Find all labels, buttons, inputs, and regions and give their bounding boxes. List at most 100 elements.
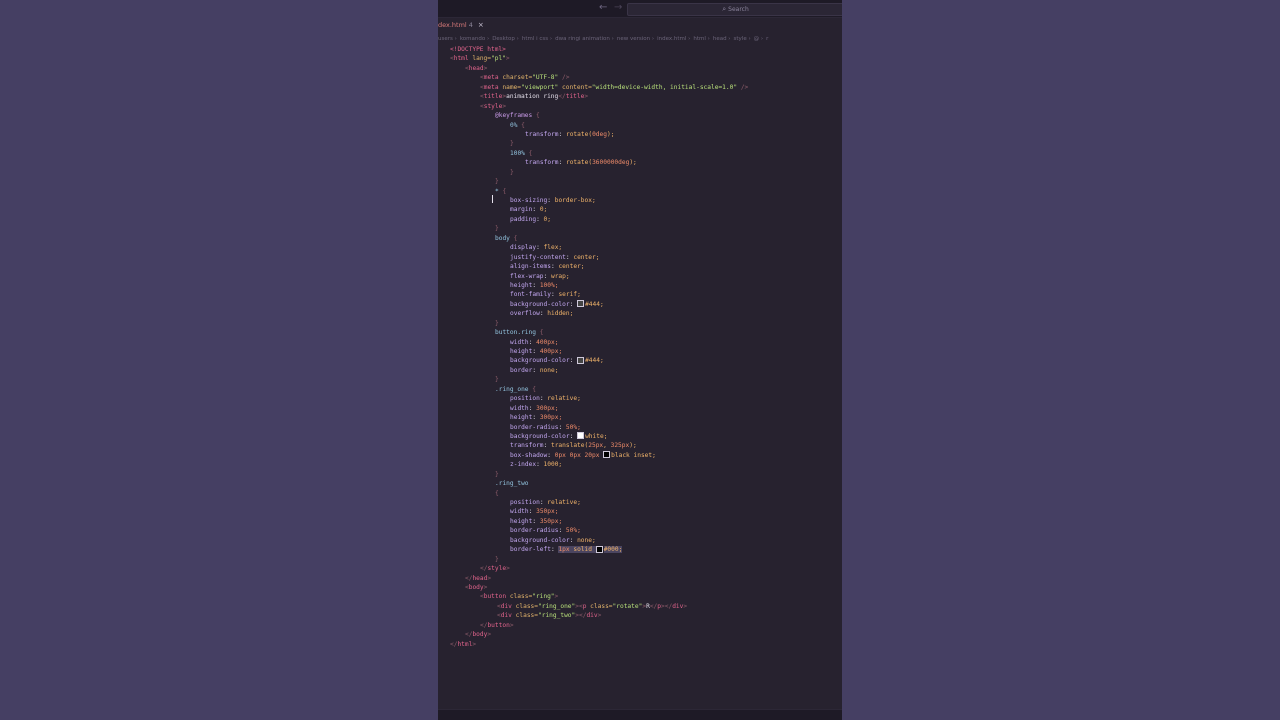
breadcrumb-segment[interactable]: @ › [754, 36, 763, 42]
color-swatch-icon[interactable] [595, 545, 603, 553]
search-input[interactable]: ⌕ Search [627, 3, 842, 16]
breadcrumb-segment[interactable]: html i css › [522, 36, 552, 42]
code-line[interactable]: </html> [438, 640, 842, 649]
code-line[interactable]: <div class="ring_one"><p class="rotate">… [438, 602, 842, 611]
code-line[interactable]: transform: rotate(0deg); [438, 130, 842, 139]
code-line[interactable]: position: relative; [438, 498, 842, 507]
code-line[interactable]: background-color: none; [438, 536, 842, 545]
code-line[interactable]: body { [438, 234, 842, 243]
breadcrumb-segment[interactable]: head › [713, 36, 731, 42]
breadcrumb-segment[interactable]: Desktop › [492, 36, 519, 42]
tab-index-html[interactable]: dex.html 4 × [438, 21, 484, 29]
breadcrumb-segment[interactable]: dwa ringi animation › [555, 36, 614, 42]
code-line[interactable]: } [438, 319, 842, 328]
code-line[interactable]: width: 400px; [438, 338, 842, 347]
code-line[interactable]: background-color: white; [438, 432, 842, 441]
code-line[interactable]: </body> [438, 630, 842, 639]
code-line[interactable]: } [438, 177, 842, 186]
code-line[interactable]: <meta name="viewport" content="width=dev… [438, 83, 842, 92]
code-line[interactable]: justify-content: center; [438, 253, 842, 262]
code-token: { [532, 112, 540, 120]
code-token: body [495, 234, 510, 242]
code-line[interactable]: } [438, 224, 842, 233]
code-line[interactable]: padding: 0; [438, 215, 842, 224]
code-line[interactable]: height: 400px; [438, 347, 842, 356]
code-line[interactable]: box-sizing: border-box; [438, 196, 842, 205]
back-arrow-icon[interactable]: ← [599, 2, 607, 13]
color-swatch-icon[interactable] [577, 432, 585, 440]
code-line[interactable]: border-radius: 50%; [438, 526, 842, 535]
code-line[interactable]: <html lang="pl"> [438, 54, 842, 63]
code-line[interactable]: transform: translate(25px, 325px); [438, 441, 842, 450]
code-line[interactable]: <title>animation ring</title> [438, 92, 842, 101]
code-token: } [495, 178, 499, 186]
code-line[interactable]: border-left: 1px solid #000; [438, 545, 842, 554]
code-line[interactable]: 100% { [438, 149, 842, 158]
code-line[interactable]: <head> [438, 64, 842, 73]
breadcrumb-segment[interactable]: html › [693, 36, 709, 42]
code-line[interactable]: height: 350px; [438, 517, 842, 526]
code-line[interactable]: * { [438, 187, 842, 196]
code-line[interactable]: <body> [438, 583, 842, 592]
code-line[interactable]: width: 350px; [438, 507, 842, 516]
code-line[interactable]: } [438, 555, 842, 564]
code-area[interactable]: <!DOCTYPE html> <html lang="pl"> <head> <me… [438, 45, 842, 649]
code-line[interactable]: border: none; [438, 366, 842, 375]
breadcrumb-segment[interactable]: users › [438, 36, 457, 42]
code-line[interactable]: <meta charset="UTF-8" /> [438, 73, 842, 82]
color-swatch-icon[interactable] [577, 300, 585, 308]
code-token: relative; [547, 395, 581, 403]
code-line[interactable]: } [438, 375, 842, 384]
code-line[interactable]: <style> [438, 102, 842, 111]
code-line[interactable]: background-color: #444; [438, 300, 842, 309]
code-line[interactable]: <!DOCTYPE html> [438, 45, 842, 54]
code-line[interactable]: </style> [438, 564, 842, 573]
code-line[interactable]: box-shadow: 0px 0px 20px black inset; [438, 451, 842, 460]
code-line[interactable]: .ring_one { [438, 385, 842, 394]
code-line[interactable]: { [438, 489, 842, 498]
code-line[interactable]: } [438, 470, 842, 479]
code-line[interactable]: border-radius: 50%; [438, 423, 842, 432]
code-token: transform [510, 442, 544, 450]
code-line[interactable]: } [438, 168, 842, 177]
code-line[interactable]: } [438, 139, 842, 148]
breadcrumb-segment[interactable]: style › [734, 36, 751, 42]
code-line[interactable]: font-family: serif; [438, 290, 842, 299]
code-line[interactable]: width: 300px; [438, 404, 842, 413]
code-token: font-family [510, 291, 551, 299]
code-line[interactable]: @keyframes { [438, 111, 842, 120]
code-token: > [505, 55, 510, 63]
code-line[interactable]: <div class="ring_two"></div> [438, 611, 842, 620]
breadcrumb-segment[interactable]: index.html › [657, 36, 690, 42]
code-line[interactable]: height: 300px; [438, 413, 842, 422]
color-swatch-icon[interactable] [603, 451, 611, 459]
code-line[interactable]: flex-wrap: wrap; [438, 272, 842, 281]
close-icon[interactable]: × [478, 21, 484, 29]
code-line[interactable]: position: relative; [438, 394, 842, 403]
breadcrumb-segment[interactable]: r [766, 36, 768, 42]
code-line[interactable]: transform: rotate(3600000deg); [438, 158, 842, 167]
code-line[interactable]: align-items: center; [438, 262, 842, 271]
forward-arrow-icon[interactable]: → [614, 2, 622, 13]
code-token: : [532, 414, 540, 422]
code-line[interactable]: </head> [438, 574, 842, 583]
code-token: : [532, 281, 540, 289]
breadcrumb-segment[interactable]: new version › [617, 36, 654, 42]
code-line[interactable]: background-color: #444; [438, 356, 842, 365]
code-token: #444; [585, 357, 604, 365]
code-line[interactable]: </button> [438, 621, 842, 630]
code-line[interactable]: 0% { [438, 121, 842, 130]
code-line[interactable]: height: 100%; [438, 281, 842, 290]
breadcrumb-segment[interactable]: komando › [460, 36, 489, 42]
code-token: div [672, 602, 684, 610]
code-line[interactable]: display: flex; [438, 243, 842, 252]
code-line[interactable]: <button class="ring"> [438, 592, 842, 601]
code-line[interactable]: margin: 0; [438, 205, 842, 214]
code-line[interactable]: .ring_two [438, 479, 842, 488]
code-line[interactable]: z-index: 1000; [438, 460, 842, 469]
code-token: border-radius [510, 527, 559, 535]
color-swatch-icon[interactable] [577, 356, 585, 364]
code-token: width [510, 508, 529, 516]
code-line[interactable]: button.ring { [438, 328, 842, 337]
code-line[interactable]: overflow: hidden; [438, 309, 842, 318]
